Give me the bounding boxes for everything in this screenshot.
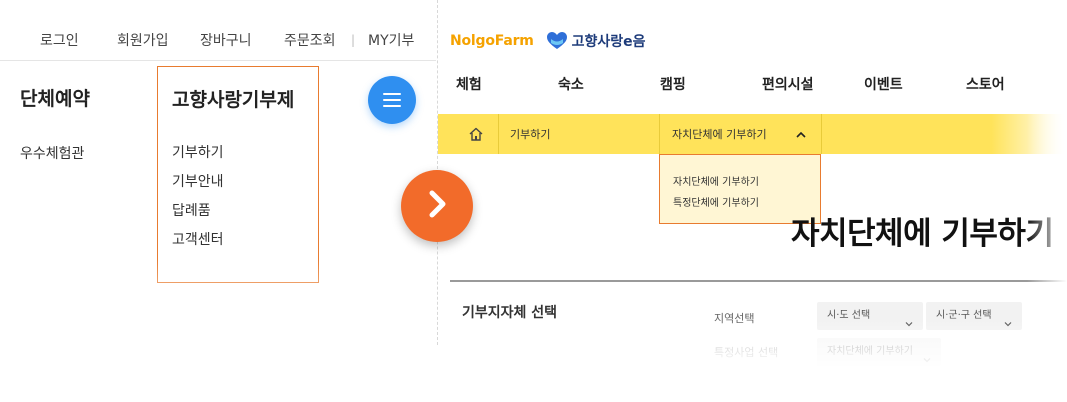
nav-item-store[interactable]: 스토어 (966, 74, 1005, 94)
chevron-down-icon (1004, 312, 1012, 327)
order-lookup-link[interactable]: 주문조회 (284, 30, 336, 50)
main-nav: 체험 숙소 캠핑 편의시설 이벤트 스토어 (438, 74, 1067, 96)
hometown-donation-title[interactable]: 고향사랑기부제 (172, 85, 294, 112)
project-select[interactable]: 자치단체에 기부하기 (817, 338, 941, 366)
breadcrumb-bar: 기부하기 자치단체에 기부하기 (438, 114, 1067, 154)
cart-link[interactable]: 장바구니 (200, 30, 252, 50)
chevron-right-icon (419, 186, 455, 226)
next-arrow-button[interactable] (401, 170, 473, 242)
category-item-excellent-venue[interactable]: 우수체험관 (20, 143, 84, 163)
section-title: 기부지자체 선택 (462, 305, 558, 321)
utility-nav: 로그인 회원가입 장바구니 주문조회 | MY기부 (0, 30, 436, 50)
hometown-donation-menu-box: 고향사랑기부제 기부하기 기부안내 답례품 고객센터 (157, 66, 319, 283)
header-divider (0, 60, 436, 61)
sido-select-value: 시·도 선택 (827, 310, 871, 321)
project-select-value: 자치단체에 기부하기 (827, 346, 913, 357)
brand-logos: NolgoFarm 고향사랑e음 (450, 30, 646, 52)
menu-item-donate[interactable]: 기부하기 (172, 142, 224, 162)
category-title-group-booking[interactable]: 단체예약 (20, 84, 90, 111)
nav-item-camping[interactable]: 캠핑 (660, 74, 686, 94)
hamburger-menu-icon (383, 91, 401, 109)
sido-select[interactable]: 시·도 선택 (817, 302, 923, 330)
dropdown-option-specific-group[interactable]: 특정단체에 기부하기 (673, 194, 759, 209)
util-separator: | (351, 33, 356, 47)
project-label: 특정사업 선택 (714, 346, 779, 359)
hamburger-menu-button[interactable] (368, 76, 416, 124)
menu-item-donation-guide[interactable]: 기부안내 (172, 171, 224, 191)
title-divider (450, 280, 1067, 282)
chevron-down-icon (905, 312, 913, 327)
region-label: 지역선택 (714, 312, 755, 325)
menu-item-customer-center[interactable]: 고객센터 (172, 229, 224, 249)
nav-item-facilities[interactable]: 편의시설 (762, 74, 814, 94)
heart-logo-icon (546, 31, 568, 51)
sigungu-select-value: 시·군·구 선택 (936, 310, 992, 321)
signup-link[interactable]: 회원가입 (117, 30, 169, 50)
sigungu-select[interactable]: 시·군·구 선택 (926, 302, 1022, 330)
home-icon[interactable] (468, 126, 484, 142)
breadcrumb-donate[interactable]: 기부하기 (510, 126, 550, 142)
chevron-up-icon[interactable] (794, 127, 808, 141)
nolgofarm-logo[interactable]: NolgoFarm (450, 33, 534, 49)
menu-item-gifts[interactable]: 답례품 (172, 200, 211, 220)
nav-item-events[interactable]: 이벤트 (864, 74, 903, 94)
page-title: 자치단체에 기부하기 (791, 216, 1054, 252)
breadcrumb-local-gov-donation[interactable]: 자치단체에 기부하기 (672, 126, 767, 142)
my-donation-link[interactable]: MY기부 (368, 30, 414, 50)
login-link[interactable]: 로그인 (40, 30, 79, 50)
nav-item-experience[interactable]: 체험 (456, 74, 482, 94)
nav-item-lodging[interactable]: 숙소 (558, 74, 584, 94)
chevron-down-icon (923, 348, 931, 363)
gohyang-logo[interactable]: 고향사랑e음 (572, 31, 646, 51)
dropdown-option-local-gov[interactable]: 자치단체에 기부하기 (673, 173, 759, 188)
left-panel: 로그인 회원가입 장바구니 주문조회 | MY기부 단체예약 우수체험관 고향사… (0, 0, 436, 345)
right-panel: NolgoFarm 고향사랑e음 체험 숙소 캠핑 편의시설 이벤트 스토어 기… (438, 0, 1067, 402)
